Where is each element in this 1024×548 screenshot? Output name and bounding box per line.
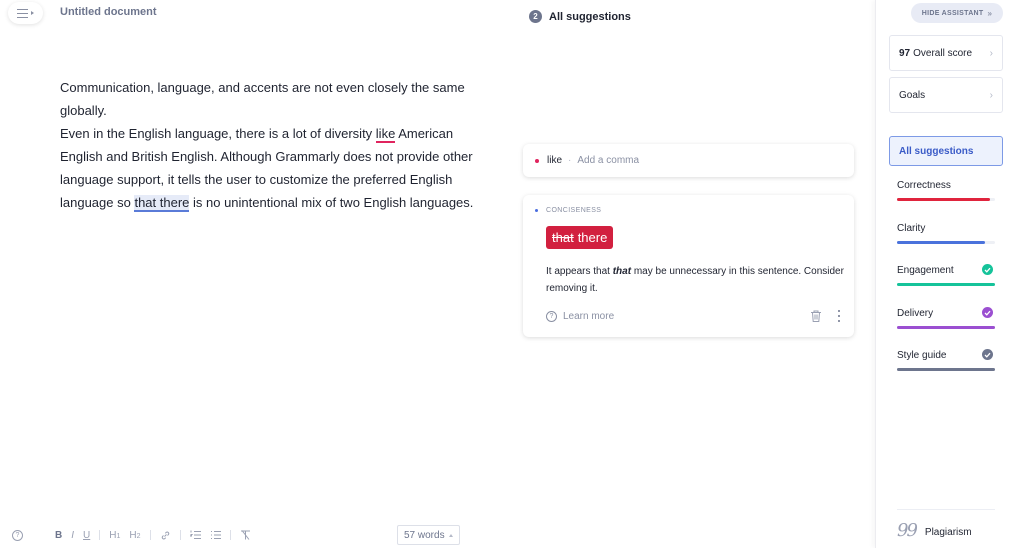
document-editor[interactable]: Communication, language, and accents are… — [60, 76, 480, 214]
toolbar-divider — [149, 530, 151, 540]
bullet-list-icon[interactable] — [210, 530, 221, 540]
ordered-list-icon[interactable] — [189, 530, 201, 540]
text-segment: Even in the English language, there is a… — [60, 126, 376, 141]
suggestion-description: Add a comma — [577, 155, 640, 166]
more-options-icon[interactable] — [837, 310, 841, 322]
chevron-right-icon: › — [989, 89, 993, 101]
toolbar-divider — [99, 530, 101, 540]
kept-word: there — [577, 230, 608, 245]
plagiarism-label: Plagiarism — [924, 526, 972, 538]
text-segment: is no unintentional mix of two English l… — [189, 195, 474, 210]
check-circle-icon — [982, 307, 993, 318]
word-count-label: 57 words — [404, 529, 445, 541]
learn-more-label: Learn more — [563, 310, 615, 322]
correctness-dot-icon — [535, 158, 539, 163]
category-progress-fill — [897, 283, 995, 286]
h2-sub: 2 — [136, 532, 141, 540]
category-progress-track — [897, 283, 995, 286]
suggestions-header: 2 All suggestions — [529, 10, 631, 23]
category-correctness[interactable]: Correctness — [897, 180, 995, 210]
heading1-button[interactable]: H1 — [109, 530, 120, 541]
separator: · — [568, 155, 572, 166]
suggestions-title: All suggestions — [549, 10, 631, 23]
category-progress-track — [897, 241, 995, 244]
clarity-dot-icon — [535, 209, 538, 212]
category-progress-track — [897, 326, 995, 329]
category-progress-track — [897, 368, 995, 371]
category-engagement[interactable]: Engagement — [897, 264, 995, 295]
plagiarism-button[interactable]: 99 Plagiarism — [897, 520, 972, 541]
chevron-right-icon: › — [989, 47, 993, 59]
clear-formatting-icon[interactable] — [240, 530, 251, 540]
toolbar-divider — [229, 530, 231, 540]
category-label: Clarity — [897, 223, 926, 234]
bold-button[interactable]: B — [55, 530, 62, 541]
goals-label: Goals — [899, 89, 926, 101]
suggestion-card-conciseness: CONCISENESS that there It appears that t… — [523, 195, 854, 337]
help-icon[interactable]: ? — [12, 529, 23, 541]
menu-icon — [17, 8, 28, 18]
category-label: Delivery — [897, 308, 934, 319]
explanation-emphasis: that — [612, 266, 632, 277]
assistant-sidebar: HIDE ASSISTANT » 97 Overall score › Goal… — [875, 0, 1024, 548]
category-progress-fill — [897, 326, 995, 329]
document-title[interactable]: Untitled document — [60, 6, 157, 18]
double-chevron-right-icon: » — [987, 8, 993, 18]
explanation-text: It appears that — [546, 266, 613, 277]
hide-assistant-button[interactable]: HIDE ASSISTANT » — [911, 3, 1003, 23]
flagged-phrase-that-there[interactable]: that there — [134, 195, 190, 212]
link-icon[interactable] — [160, 530, 171, 541]
trash-icon[interactable] — [809, 309, 823, 323]
h2-label: H — [129, 529, 137, 541]
caret-up-icon — [448, 533, 453, 537]
flagged-word-like[interactable]: like — [375, 126, 396, 143]
category-label: CONCISENESS — [546, 207, 602, 214]
learn-more-link[interactable]: ? Learn more — [546, 310, 615, 322]
accept-suggestion-button[interactable]: that there — [546, 226, 614, 249]
category-label: Correctness — [897, 180, 951, 191]
word-count-button[interactable]: 57 words — [397, 525, 460, 545]
paragraph-1[interactable]: Communication, language, and accents are… — [60, 76, 480, 122]
formatting-toolbar: ? B I U H1 H2 — [12, 526, 260, 544]
suggestion-count-badge: 2 — [529, 10, 542, 23]
italic-button[interactable]: I — [71, 530, 74, 541]
category-progress-track — [897, 198, 995, 201]
category-progress-fill — [897, 198, 991, 201]
category-progress-fill — [897, 368, 995, 371]
check-circle-icon — [982, 349, 993, 360]
overall-score-card[interactable]: 97 Overall score › — [889, 35, 1003, 71]
category-delivery[interactable]: Delivery — [897, 307, 995, 338]
grammarly-editor: Untitled document Communication, languag… — [0, 0, 1024, 548]
question-circle-icon: ? — [546, 310, 557, 322]
category-progress-fill — [897, 241, 986, 244]
score-value: 97 — [899, 47, 911, 59]
suggestion-explanation: It appears that that may be unnecessary … — [546, 263, 846, 297]
toolbar-divider — [179, 530, 181, 540]
paragraph-2[interactable]: Even in the English language, there is a… — [60, 122, 480, 214]
card-footer: ? Learn more — [546, 309, 842, 323]
h1-sub: 1 — [116, 532, 121, 540]
removed-word: that — [552, 230, 574, 245]
quote-icon: 99 — [897, 520, 918, 541]
hide-assistant-label: HIDE ASSISTANT — [921, 9, 984, 17]
category-label: Style guide — [897, 350, 947, 361]
caret-right-icon — [31, 11, 34, 15]
suggestion-word: like — [547, 155, 563, 166]
underline-button[interactable]: U — [83, 530, 90, 541]
category-style-guide[interactable]: Style guide — [897, 349, 995, 380]
menu-button[interactable] — [8, 2, 43, 24]
category-label: Engagement — [897, 265, 954, 276]
score-label: Overall score — [913, 47, 973, 59]
suggestion-card-comma[interactable]: like · Add a comma — [523, 144, 854, 177]
heading2-button[interactable]: H2 — [129, 530, 140, 541]
category-clarity[interactable]: Clarity — [897, 223, 995, 253]
all-suggestions-tab[interactable]: All suggestions — [889, 136, 1003, 166]
goals-card[interactable]: Goals › — [889, 77, 1003, 113]
suggestion-category: CONCISENESS — [535, 207, 842, 214]
check-circle-icon — [982, 264, 993, 275]
divider — [897, 509, 995, 510]
